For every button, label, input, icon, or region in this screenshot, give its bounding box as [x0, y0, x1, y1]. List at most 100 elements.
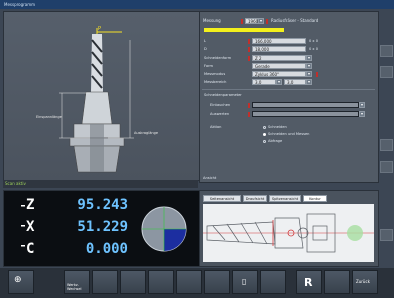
side-toolbar [379, 11, 393, 266]
required-marker [248, 112, 250, 117]
view-section-label: Ansicht [203, 176, 217, 180]
axis-x-letter: X [26, 219, 35, 235]
axis-z-letter: Z [26, 197, 35, 213]
side-button-2[interactable] [380, 66, 393, 78]
required-marker [248, 39, 250, 44]
mode-dropdown[interactable]: ▾ [306, 71, 312, 77]
required-marker [266, 19, 268, 24]
length-tolerance: 0 x 0 [309, 39, 318, 43]
length-field[interactable]: 166,000 [252, 38, 306, 44]
required-marker [241, 19, 243, 24]
section-title-cutter-params: Schneidenparameter [204, 93, 242, 97]
evaluate-dropdown[interactable]: ▾ [359, 111, 365, 117]
field-label-cutter-shape: Schneidenform [204, 56, 232, 60]
clamp-length-label: Einspannlänge [36, 115, 62, 119]
tool-image: P Einspannlänge Auskraglänge [36, 26, 158, 173]
field-label-plunge: Eintauchen [210, 103, 231, 107]
c-axis-icon [21, 245, 25, 247]
tool-drawing-canvas[interactable] [203, 204, 374, 262]
range-start-field[interactable]: 3,0 [252, 79, 276, 85]
x-axis-icon [21, 225, 25, 227]
back-label: Zurück [356, 279, 370, 284]
mode-select[interactable]: Zyklus 360° [252, 71, 306, 77]
required-marker [248, 103, 250, 108]
side-button-1[interactable] [380, 45, 393, 57]
radio-cut-measure[interactable] [263, 133, 266, 136]
field-label-d: D [204, 47, 207, 51]
diameter-tolerance: 0 x 0 [309, 47, 318, 51]
measure-dropdown[interactable]: ▾ [258, 18, 264, 24]
radio-cut-measure-label: Schneiden und Messen [268, 132, 310, 136]
footer-button-reset[interactable]: R [296, 270, 322, 294]
tab-side-view[interactable]: Seitenansicht [203, 195, 241, 202]
footer-toolbar: ⊕ Werkz. Wechsel ▯ R Zurück [0, 268, 394, 298]
tool-viewer[interactable]: P Einspannlänge Auskraglänge [3, 11, 200, 181]
measure-label: Messung [203, 18, 221, 23]
required-marker [248, 56, 250, 61]
cutter-shape-select[interactable]: Z 2 [252, 55, 306, 61]
cutter-shape-dropdown[interactable]: ▾ [306, 55, 312, 61]
tab-contour[interactable]: Kontur [303, 195, 327, 202]
range-end-dropdown[interactable]: ▾ [306, 79, 312, 85]
footer-button-4[interactable] [120, 270, 146, 294]
viewer-status-text: Scan aktiv [5, 181, 26, 186]
tool-change-label: Werkz. Wechsel [67, 283, 82, 291]
tool-drawing [203, 213, 374, 253]
footer-button-9[interactable] [260, 270, 286, 294]
zoom-icon: ⊕ [14, 275, 22, 285]
title-bar: Messprogramm [0, 0, 394, 9]
radio-cut-label: Schneiden [268, 125, 287, 129]
field-label-l: L [204, 39, 207, 43]
progress-bar [204, 28, 284, 32]
parameter-panel: Messung 1960 ▾ Radiusfräser - Standard L… [199, 11, 379, 183]
diameter-field[interactable]: 18,000 [252, 46, 306, 52]
tab-tip-view[interactable]: Spitzenansicht [269, 195, 301, 202]
plunge-field[interactable] [252, 102, 359, 108]
plunge-dropdown[interactable]: ▾ [359, 102, 365, 108]
window-title: Messprogramm [4, 2, 36, 7]
tool-type-title: Radiusfräser - Standard [271, 18, 319, 23]
rotation-indicator [141, 206, 187, 252]
field-label-form: Form [204, 64, 214, 68]
z-axis-icon [21, 205, 25, 207]
tab-top-view[interactable]: Draufsicht [243, 195, 267, 202]
footer-button-11[interactable] [324, 270, 350, 294]
side-button-5[interactable] [380, 229, 393, 241]
axis-c-letter: C [26, 241, 35, 257]
field-label-evaluate: Auswerten [210, 112, 230, 116]
radio-query-label: Abfrage [268, 139, 283, 143]
footer-button-tool-change[interactable]: Werkz. Wechsel [64, 270, 90, 294]
axis-c-value: 0.000 [85, 241, 128, 257]
radio-cut[interactable] [263, 126, 266, 129]
footer-button-7[interactable] [204, 270, 230, 294]
measure-number-field[interactable]: 1960 [245, 18, 258, 24]
required-marker [248, 47, 250, 52]
form-select[interactable]: Gerade [252, 63, 306, 69]
footer-button-6[interactable] [176, 270, 202, 294]
range-end-field[interactable]: 3,0 [284, 79, 306, 85]
tool-tip-label: P [98, 26, 101, 32]
axis-position-display: Z 95.243 X 51.229 C 0.000 [3, 190, 200, 267]
drawing-view: Seitenansicht Draufsicht Spitzenansicht … [199, 190, 379, 267]
footer-button-3[interactable] [92, 270, 118, 294]
footer-button-back[interactable]: Zurück [352, 270, 378, 294]
form-dropdown[interactable]: ▾ [306, 63, 312, 69]
viewer-status-bar: Scan aktiv [3, 180, 198, 188]
field-label-range: Messbereich [204, 80, 227, 84]
axis-x-value: 51.229 [77, 219, 128, 235]
divider [202, 89, 375, 90]
required-marker [316, 72, 318, 77]
footer-button-8[interactable]: ▯ [232, 270, 258, 294]
stack-icon: ▯ [242, 277, 247, 286]
action-label: Aktion [210, 125, 222, 129]
overhang-length-label: Auskraglänge [134, 131, 158, 135]
reset-icon: R [304, 276, 313, 289]
side-button-4[interactable] [380, 161, 393, 173]
radio-query[interactable] [263, 140, 266, 143]
footer-button-5[interactable] [148, 270, 174, 294]
side-button-3[interactable] [380, 139, 393, 151]
evaluate-field[interactable] [252, 111, 359, 117]
footer-button-1[interactable]: ⊕ [8, 270, 34, 294]
field-label-mode: Messmodus [204, 72, 226, 76]
range-start-dropdown[interactable]: ▾ [276, 79, 282, 85]
